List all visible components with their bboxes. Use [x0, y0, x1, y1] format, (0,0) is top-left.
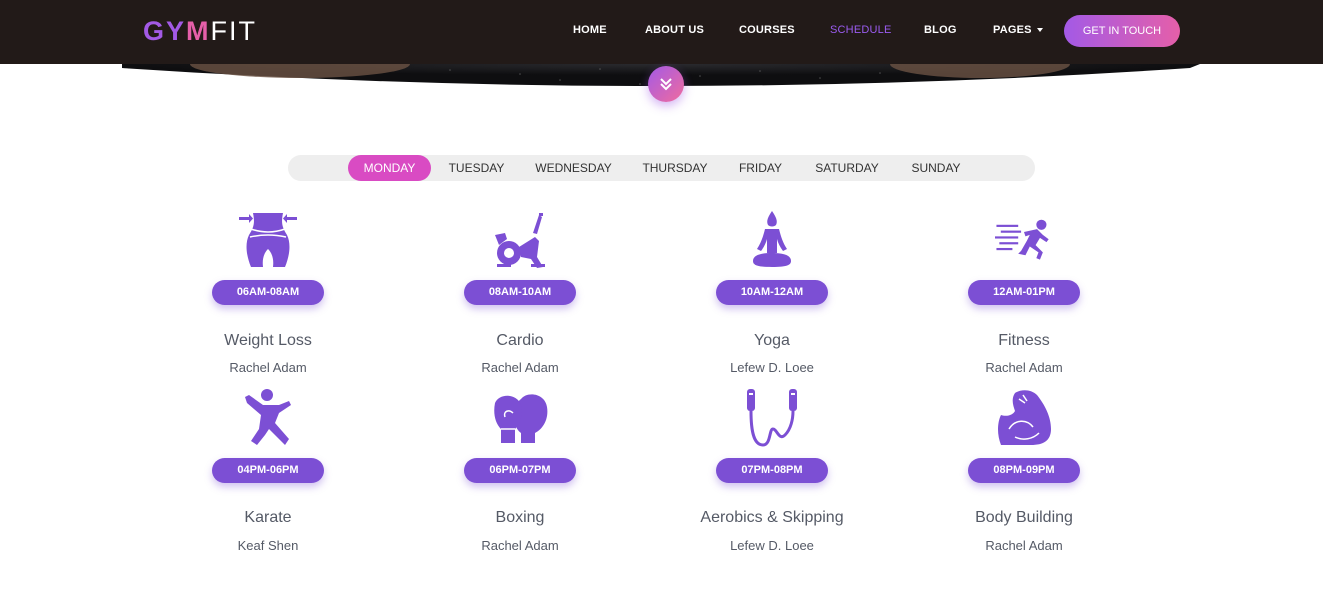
nav-pages[interactable]: PAGES: [993, 24, 1043, 36]
tab-friday[interactable]: FRIDAY: [734, 155, 787, 181]
class-name: Karate: [244, 509, 292, 526]
yoga-icon: [753, 211, 791, 267]
nav-pages-label: PAGES: [993, 24, 1032, 36]
tab-tuesday[interactable]: TUESDAY: [438, 155, 515, 181]
karate-icon: [245, 389, 291, 445]
class-trainer: Rachel Adam: [229, 360, 307, 375]
double-chevron-down-icon: [660, 78, 672, 91]
class-time-badge: 08PM-09PM: [968, 458, 1080, 483]
class-name: Boxing: [495, 509, 545, 526]
get-in-touch-button[interactable]: GET IN TOUCH: [1064, 15, 1180, 47]
tab-thursday[interactable]: THURSDAY: [638, 155, 712, 181]
class-trainer: Rachel Adam: [985, 360, 1063, 375]
class-time-badge: 07PM-08PM: [716, 458, 828, 483]
day-tabs: MONDAY TUESDAY WEDNESDAY THURSDAY FRIDAY…: [288, 155, 1035, 181]
class-name: Body Building: [975, 509, 1073, 526]
class-time-badge: 12AM-01PM: [968, 280, 1080, 305]
nav-home[interactable]: HOME: [573, 24, 607, 36]
class-time-badge: 06PM-07PM: [464, 458, 576, 483]
tab-saturday[interactable]: SATURDAY: [810, 155, 884, 181]
class-trainer: Lefew D. Loee: [730, 360, 814, 375]
class-trainer: Rachel Adam: [481, 360, 559, 375]
logo-part-2: M: [186, 16, 211, 46]
class-name: Cardio: [496, 332, 544, 349]
class-trainer: Keaf Shen: [237, 538, 299, 553]
caret-down-icon: [1036, 28, 1043, 33]
nav-about-us[interactable]: ABOUT US: [645, 24, 704, 36]
logo-part-1: GY: [143, 16, 187, 46]
site-header: GYMFIT HOME ABOUT US COURSES SCHEDULE BL…: [0, 0, 1323, 64]
exercise-bike-icon: [495, 213, 545, 268]
class-time-badge: 08AM-10AM: [464, 280, 576, 305]
jump-rope-icon: [747, 389, 797, 447]
tab-monday[interactable]: MONDAY: [348, 155, 431, 181]
nav-schedule[interactable]: SCHEDULE: [830, 24, 892, 36]
class-trainer: Lefew D. Loee: [730, 538, 814, 553]
class-trainer: Rachel Adam: [481, 538, 559, 553]
tab-wednesday[interactable]: WEDNESDAY: [531, 155, 616, 181]
logo-part-3: FIT: [210, 16, 258, 46]
waist-icon: [239, 213, 297, 267]
class-name: Fitness: [998, 332, 1050, 349]
class-name: Weight Loss: [224, 332, 312, 349]
boxing-gloves-icon: [494, 394, 548, 443]
nav-courses[interactable]: COURSES: [739, 24, 795, 36]
class-trainer: Rachel Adam: [985, 538, 1063, 553]
scroll-down-button[interactable]: [648, 66, 684, 102]
tab-sunday[interactable]: SUNDAY: [905, 155, 967, 181]
class-name: Aerobics & Skipping: [700, 509, 844, 526]
biceps-icon: [998, 390, 1051, 445]
class-time-badge: 10AM-12AM: [716, 280, 828, 305]
class-time-badge: 04PM-06PM: [212, 458, 324, 483]
nav-blog[interactable]: BLOG: [924, 24, 957, 36]
class-name: Yoga: [754, 332, 790, 349]
class-time-badge: 06AM-08AM: [212, 280, 324, 305]
runner-icon: [995, 219, 1049, 260]
logo[interactable]: GYMFIT: [143, 16, 257, 46]
